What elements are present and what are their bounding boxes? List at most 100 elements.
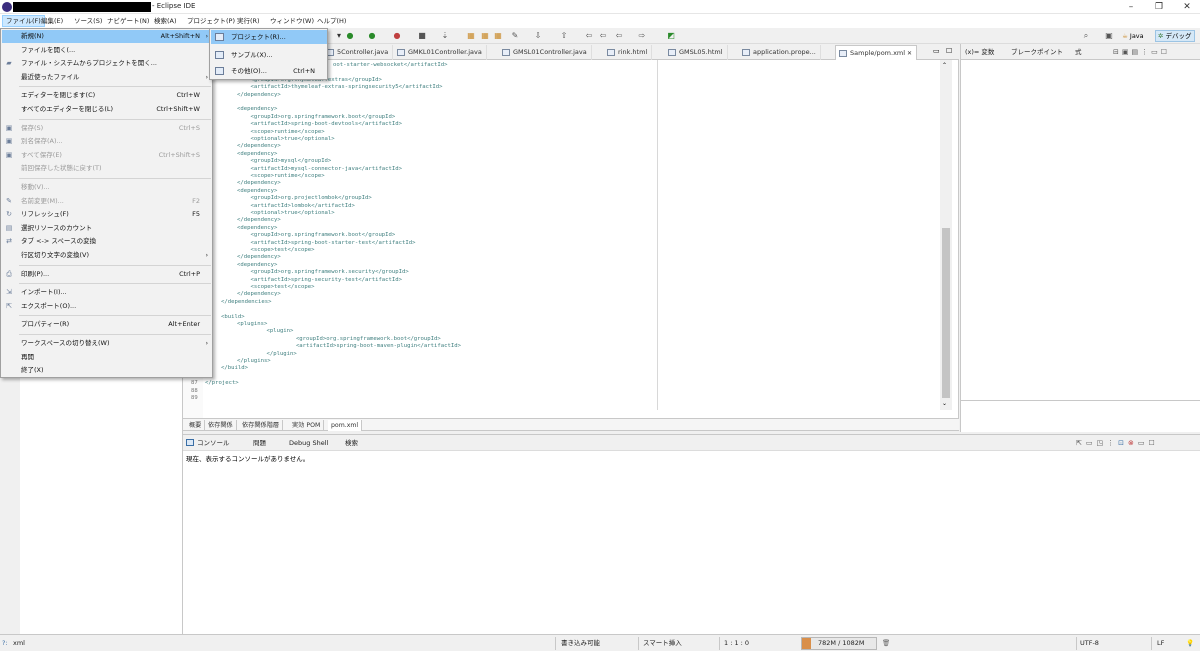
close-tab-icon[interactable]: ✕ bbox=[905, 50, 912, 57]
variable-detail-pane[interactable] bbox=[961, 400, 1200, 432]
stop-console-icon[interactable]: ⊗ bbox=[1128, 439, 1138, 447]
help-icon[interactable]: ?: bbox=[2, 638, 8, 649]
editor-tab[interactable]: rink.html bbox=[604, 45, 653, 60]
layout-icon[interactable]: ▤ bbox=[1132, 48, 1142, 56]
search-tool-icon[interactable]: ✎ bbox=[510, 31, 520, 41]
editor-scrollbar-thumb[interactable] bbox=[942, 228, 950, 398]
pin-editor-icon[interactable]: ◩ bbox=[666, 31, 676, 41]
xml-editor[interactable]: ⌃ ⌄ oot-starter-websocket</artifactId> <d… bbox=[183, 60, 959, 418]
editor-tab[interactable]: application.prope... bbox=[739, 45, 821, 60]
scroll-up-icon[interactable]: ⌃ bbox=[942, 62, 947, 69]
next-annotation-icon[interactable]: ⇩ bbox=[533, 31, 543, 41]
file-menu-item[interactable]: ワークスペースの切り替え(W) › bbox=[2, 337, 212, 350]
new-package-icon[interactable]: ▦ bbox=[466, 31, 476, 41]
file-menu-item[interactable]: 行区切り文字の変換(V) › bbox=[2, 249, 212, 262]
file-menu-item[interactable]: すべてのエディターを閉じる(L) Ctrl+Shift+W bbox=[2, 103, 212, 116]
editor-tab[interactable]: 5Controller.java bbox=[323, 45, 394, 60]
file-menu-item[interactable]: ⇱ エクスポート(O)... bbox=[2, 300, 212, 313]
run-stop-icon[interactable]: ■ bbox=[417, 31, 427, 41]
pin-console-icon[interactable]: ⇱ bbox=[1076, 439, 1086, 447]
back-nav-icon[interactable]: ⇦ bbox=[614, 31, 624, 41]
file-menu-item[interactable]: エディターを閉じます(C) Ctrl+W bbox=[2, 89, 212, 102]
open-type-icon[interactable]: ▦ bbox=[493, 31, 503, 41]
perspective-java[interactable]: ☕ Java bbox=[1122, 31, 1144, 41]
new-submenu-item[interactable]: サンプル(X)... bbox=[211, 48, 327, 62]
editor-tab[interactable]: Sample/pom.xml ✕ bbox=[835, 45, 917, 60]
editor-tab[interactable]: GMSL01Controller.java bbox=[499, 45, 592, 60]
debug-toggle-icon[interactable]: ⊡ bbox=[1118, 439, 1128, 447]
right-panel-tab[interactable]: 式 bbox=[1075, 46, 1082, 58]
file-menu-item[interactable]: ⇲ インポート(I)... bbox=[2, 286, 212, 299]
file-menu-item[interactable]: 最近使ったファイル › bbox=[2, 71, 212, 84]
prev-annotation-icon[interactable]: ⇧ bbox=[559, 31, 569, 41]
debug-icon[interactable]: ▾ bbox=[334, 31, 344, 41]
console-tab[interactable]: コンソール bbox=[197, 437, 230, 449]
file-menu-item[interactable]: プロパティー(R) Alt+Enter bbox=[2, 318, 212, 331]
pom-page-tab[interactable]: 依存関係 bbox=[205, 420, 237, 431]
last-edit-icon[interactable]: ⇦ bbox=[584, 31, 594, 41]
open-console-icon[interactable]: ◳ bbox=[1097, 439, 1108, 447]
display-console-icon[interactable]: ▭ bbox=[1086, 439, 1097, 447]
back-icon[interactable]: ⇦ bbox=[598, 31, 608, 41]
forward-nav-icon[interactable]: ⇨ bbox=[637, 31, 647, 41]
file-menu-item[interactable]: ⎙ 印刷(P)... Ctrl+P bbox=[2, 268, 212, 281]
right-panel-tab[interactable]: ブレークポイント bbox=[1011, 46, 1063, 58]
code-line: <artifactId>spring-security-test</artifa… bbox=[237, 276, 403, 283]
console-tab[interactable]: 問題 bbox=[253, 437, 266, 449]
file-menu-item[interactable]: 再開 bbox=[2, 351, 212, 364]
file-menu-item[interactable]: ⇄ タブ <-> スペースの変換 bbox=[2, 235, 212, 248]
maximize-console-icon[interactable]: ☐ bbox=[1149, 439, 1159, 447]
editor-tab[interactable]: GMKL01Controller.java bbox=[394, 45, 487, 60]
file-menu-item[interactable]: ▤ 選択リソースのカウント bbox=[2, 222, 212, 235]
pom-page-tab[interactable]: 依存関係階層 bbox=[239, 420, 284, 431]
status-line-ending: LF bbox=[1157, 639, 1165, 647]
menu-2[interactable]: ソース(S) bbox=[71, 15, 105, 27]
menu-4[interactable]: 検索(A) bbox=[151, 15, 180, 27]
menu-1[interactable]: 編集(E) bbox=[38, 15, 66, 27]
minimize-view-icon[interactable]: ▭ bbox=[1151, 48, 1161, 56]
menu-3[interactable]: ナビゲート(N) bbox=[104, 15, 152, 27]
right-panel-tab[interactable]: (x)= 変数 bbox=[965, 46, 994, 58]
file-menu-item[interactable]: ↻ リフレッシュ(F) F5 bbox=[2, 208, 212, 221]
console-tab[interactable]: 検索 bbox=[345, 437, 358, 449]
tips-icon[interactable]: 💡 bbox=[1186, 638, 1194, 649]
menu-8[interactable]: ヘルプ(H) bbox=[314, 15, 349, 27]
external-tools-icon[interactable]: ● bbox=[392, 31, 402, 41]
search-icon[interactable]: ⌕ bbox=[1081, 31, 1091, 41]
menu-6[interactable]: 実行(R) bbox=[234, 15, 263, 27]
pom-page-tab[interactable]: 概要 bbox=[186, 420, 206, 431]
maximize-editor-icon[interactable]: ☐ bbox=[946, 47, 952, 55]
variables-panel: (x)= 変数 ブレークポイント式 ⊟▣▤⋮▭☐ bbox=[960, 44, 1200, 432]
file-menu-item-label: 行区切り文字の変換(V) bbox=[21, 251, 90, 259]
perspective-debug[interactable]: ✲ デバッグ bbox=[1155, 30, 1195, 42]
file-menu-item[interactable]: 終了(X) bbox=[2, 364, 212, 377]
pom-page-tab[interactable]: 実効 POM bbox=[289, 420, 325, 431]
run-icon[interactable]: ● bbox=[345, 31, 355, 41]
close-button[interactable]: ✕ bbox=[1170, 0, 1200, 14]
editor-tab[interactable]: GMSL05.html bbox=[665, 45, 728, 60]
view-menu-icon[interactable]: ⋮ bbox=[1107, 439, 1118, 447]
code-line: <groupId>mysql</groupId> bbox=[237, 158, 332, 165]
coverage-icon[interactable]: ● bbox=[367, 31, 377, 41]
minimize-editor-icon[interactable]: ▭ bbox=[933, 47, 940, 55]
maximize-view-icon[interactable]: ☐ bbox=[1161, 48, 1170, 56]
new-submenu-item[interactable]: その他(O)... Ctrl+N bbox=[211, 64, 327, 78]
menu-7[interactable]: ウィンドウ(W) bbox=[267, 15, 317, 27]
console-tab[interactable]: Debug Shell bbox=[289, 437, 328, 449]
collapse-all-icon[interactable]: ⊟ bbox=[1113, 48, 1122, 56]
step-icon[interactable]: ⇣ bbox=[440, 31, 450, 41]
eclipse-logo-icon bbox=[2, 2, 12, 12]
new-submenu-item[interactable]: プロジェクト(R)... bbox=[211, 30, 327, 44]
pom-page-tab[interactable]: pom.xml bbox=[328, 420, 363, 431]
open-perspective-icon[interactable]: ▣ bbox=[1104, 31, 1114, 41]
minimize-console-icon[interactable]: ▭ bbox=[1138, 439, 1149, 447]
new-class-icon[interactable]: ▦ bbox=[480, 31, 490, 41]
file-menu-item[interactable]: ファイルを開く(... bbox=[2, 44, 212, 57]
view-menu-icon[interactable]: ⋮ bbox=[1141, 48, 1151, 56]
file-menu-item[interactable]: ▰ ファイル・システムからプロジェクトを開く... bbox=[2, 57, 212, 70]
scroll-down-icon[interactable]: ⌄ bbox=[942, 400, 947, 407]
garbage-collect-icon[interactable]: 🗑 bbox=[882, 638, 890, 649]
menu-5[interactable]: プロジェクト(P) bbox=[184, 15, 238, 27]
file-menu-item[interactable]: 新規(N) Alt+Shift+N › bbox=[2, 30, 212, 43]
show-type-icon[interactable]: ▣ bbox=[1122, 48, 1132, 56]
